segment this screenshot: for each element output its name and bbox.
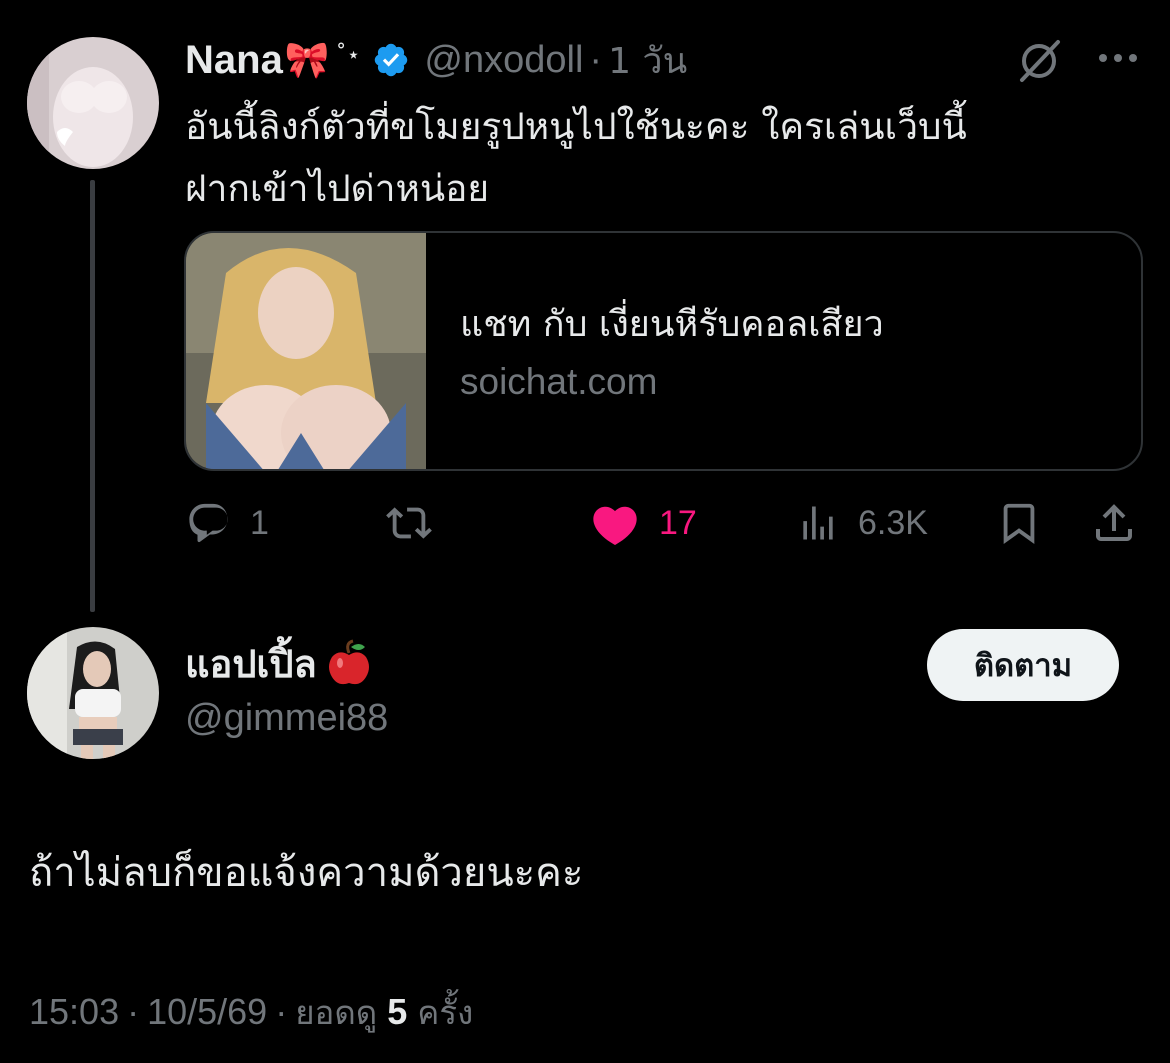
reply-icon [189,503,228,543]
link-card-domain: soichat.com [460,361,658,402]
views-prefix: ยอดดู [295,992,378,1032]
time-separator: · [589,38,603,81]
author-avatar[interactable] [27,37,159,169]
link-card-title: แชท กับ เงี่ยนหีรับคอลเสียว [460,304,884,345]
link-preview-card[interactable]: แชท กับ เงี่ยนหีรับคอลเสียว soichat.com [184,231,1143,471]
link-card-thumbnail [186,233,426,469]
reply-author-handle[interactable]: @gimmei88 [185,697,388,740]
heart-icon [593,506,637,546]
views-button[interactable]: 6.3K [796,497,928,549]
reply-button[interactable]: 1 [186,497,269,549]
retweet-button[interactable] [383,497,435,549]
like-count: 17 [659,503,697,542]
follow-button[interactable]: ติดตาม [927,629,1119,701]
bookmark-icon [1003,503,1035,544]
author-handle[interactable]: @nxodoll [424,39,583,82]
verified-badge-icon[interactable] [372,41,410,79]
reply-count: 1 [250,503,269,542]
bookmark-button[interactable] [996,497,1042,549]
share-icon [1096,504,1132,541]
tweet-text: อันนี้ลิงก์ตัวที่ขโมยรูปหนูไปใช้นะคะ ใคร… [185,105,967,210]
meta-separator: · [275,991,288,1032]
post-time[interactable]: 15:03 [29,991,119,1033]
reply-author-avatar[interactable] [27,627,159,759]
thread-connector-line [90,180,95,612]
grok-icon[interactable] [1014,36,1064,86]
retweet-icon [386,507,432,539]
sparkle-glyph: ˚⋆ [335,42,361,68]
author-name[interactable]: Nana [185,38,283,83]
share-button[interactable] [1090,497,1138,549]
like-button[interactable]: 17 [589,497,697,549]
meta-separator: · [127,991,140,1032]
reply-author-name[interactable]: แอปเปิ้ล [185,633,317,694]
author-header: Nana 🎀 ˚⋆ @nxodoll · 1 วัน [185,34,687,86]
apple-emoji-icon [328,639,369,685]
views-suffix: ครั้ง [417,992,474,1032]
bow-emoji: 🎀 [284,40,330,81]
reply-author-header: แอปเปิ้ล [185,635,373,691]
views-count: 6.3K [858,503,928,542]
views-number: 5 [387,991,408,1032]
post-date[interactable]: 10/5/69 [147,991,267,1033]
tweet-metadata: 15:03 · 10/5/69 · ยอดดู 5 ครั้ง [29,986,473,1038]
reply-text: ถ้าไม่ลบก็ขอแจ้งความด้วยนะคะ [29,850,584,896]
more-icon[interactable] [1096,45,1140,71]
views-icon [803,506,833,540]
tweet-time[interactable]: 1 วัน [608,32,687,89]
